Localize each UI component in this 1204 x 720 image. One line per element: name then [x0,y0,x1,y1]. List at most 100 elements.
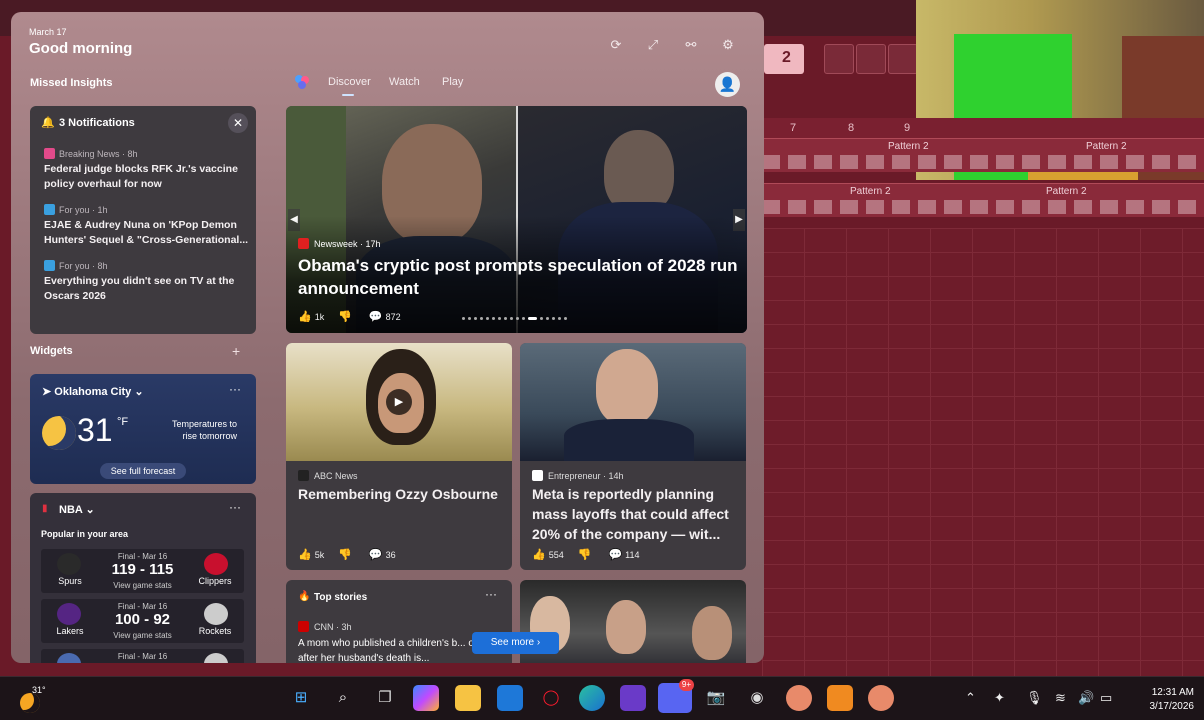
outlook-icon[interactable] [497,685,523,711]
weather-note[interactable]: Temperatures to rise tomorrow [167,418,237,442]
camera-icon[interactable]: 📷 [703,685,729,711]
tool-button[interactable] [824,44,854,74]
comments-button[interactable]: 💬 114 [608,548,639,561]
comment-count: 872 [385,312,401,322]
comments-button[interactable]: 💬 872 [369,310,401,323]
dislike-button[interactable]: 👎 [338,310,355,323]
weather-city[interactable]: ➤ Oklahoma City ⌄ [42,385,144,398]
article-title[interactable]: Remembering Ozzy Osbourne [298,484,504,504]
discord-icon[interactable]: 9+ [658,679,694,713]
taskbar-temp: 31° [32,685,46,695]
tool-button[interactable] [856,44,886,74]
thumbs-up-icon: 👍 [532,549,546,561]
game-stats-link[interactable]: View game stats [91,631,194,640]
entrepreneur-logo-icon [532,470,543,481]
notification-text: Federal judge blocks RFK Jr.'s vaccine p… [44,163,238,190]
clippers-logo-icon [204,553,228,575]
comments-button[interactable]: 💬 36 [369,548,396,561]
volume-icon[interactable]: 🔊 [1078,690,1094,706]
city-label: Oklahoma City [54,386,132,398]
dropbox-icon[interactable]: ✦ [994,690,1005,706]
pattern-label: Pattern 2 [888,141,929,152]
like-count: 554 [548,550,564,560]
chevron-up-icon[interactable]: ⌃ [965,690,976,706]
article-image [520,343,746,461]
weather-widget[interactable]: ➤ Oklahoma City ⌄ ··· 31 °F Temperatures… [30,374,256,484]
tab-play[interactable]: Play [442,76,463,88]
nba-label: NBA [59,504,83,516]
game-stats-link[interactable]: View game stats [91,581,194,590]
comment-icon: 💬 [368,549,383,561]
expand-icon[interactable]: ⤢ [644,36,662,54]
game-score: 119 - 115 [111,561,174,578]
reactions-bar: 👍 554 👎 💬 114 [532,548,640,561]
pattern-label: Pattern 2 [850,186,891,197]
search-icon[interactable]: ⌕ [330,685,356,711]
tool-button[interactable] [888,44,918,74]
link-icon[interactable]: ⚯ [682,36,700,54]
app-icon[interactable] [786,685,812,711]
pattern-label: Pattern 2 [1086,141,1127,152]
start-icon[interactable]: ⊞ [288,685,314,711]
wifi-icon[interactable]: ≋ [1055,690,1066,706]
game-row[interactable]: Spurs Final - Mar 16 119 - 115 View game… [41,549,244,593]
more-options-icon[interactable]: ··· [229,500,241,514]
fl-studio-icon[interactable] [827,685,853,711]
comment-count: 36 [385,550,396,560]
widgets-title: Widgets [30,345,73,357]
add-widget-icon[interactable]: + [232,343,240,359]
pattern-track[interactable]: Pattern 2 Pattern 2 [762,138,1204,172]
see-forecast-button[interactable]: See full forecast [100,463,186,479]
temperature-unit: °F [117,416,129,428]
settings-icon[interactable]: ⚙ [719,36,737,54]
article-card[interactable]: Entrepreneur · 14h Meta is reportedly pl… [520,343,746,570]
source-label: ABC News [314,470,358,481]
pattern-number[interactable]: 2 [764,44,804,74]
game-row[interactable]: Final - Mar 16 [41,649,244,663]
battery-icon[interactable]: ▭ [1100,690,1112,706]
comment-icon: 💬 [368,311,383,323]
like-count: 5k [314,550,325,560]
like-button[interactable]: 👍 5k [298,548,324,561]
see-more-button[interactable]: See more › [472,632,559,654]
clock[interactable]: 12:31 AM 3/17/2026 [1132,686,1195,714]
like-button[interactable]: 👍 554 [532,548,564,561]
edge-icon[interactable] [579,685,605,711]
tab-discover[interactable]: Discover [328,76,371,88]
file-explorer-icon[interactable] [455,685,481,711]
clipchamp-icon[interactable] [620,685,646,711]
opera-icon[interactable]: ◯ [538,685,564,711]
microphone-icon[interactable]: 🎙 [1026,690,1043,706]
more-options-icon[interactable]: ··· [485,587,497,601]
tab-watch[interactable]: Watch [389,76,420,88]
nba-title[interactable]: NBA ⌄ [59,503,95,516]
carousel-dots[interactable] [462,317,567,320]
task-view-icon[interactable]: ❐ [372,685,398,711]
profile-avatar[interactable]: 👤 [715,72,740,97]
tab-underline [342,94,354,96]
more-options-icon[interactable]: ··· [229,382,241,396]
obs-icon[interactable]: ◉ [744,685,770,711]
game-row[interactable]: Lakers Final - Mar 16 100 - 92 View game… [41,599,244,643]
play-icon[interactable]: ▶ [386,389,412,415]
dislike-button[interactable]: 👎 [578,548,595,561]
home-team: Lakers [56,626,84,636]
hero-title[interactable]: Obama's cryptic post prompts speculation… [298,254,738,300]
notification-item[interactable]: For you · 1h EJAE & Audrey Nuna on 'KPop… [44,204,250,248]
dislike-button[interactable]: 👎 [338,548,355,561]
app-icon[interactable] [868,685,894,711]
notification-source: Breaking News · 8h [59,148,138,159]
notification-item[interactable]: Breaking News · 8h Federal judge blocks … [44,148,250,192]
hero-article[interactable]: ◀ ▶ Newsweek · 17h Obama's cryptic post … [286,106,747,333]
team-logo-icon [204,653,228,663]
like-button[interactable]: 👍 1k [298,310,324,323]
article-title[interactable]: Meta is reportedly planning mass layoffs… [532,484,738,544]
pattern-track[interactable]: Pattern 2 Pattern 2 [762,183,1204,217]
daw-tool-strip: 2 [762,40,918,76]
article-card[interactable]: ▶ ABC News Remembering Ozzy Osbourne 👍 5k… [286,343,512,570]
refresh-icon[interactable]: ⟳ [607,36,625,54]
notification-item[interactable]: For you · 8h Everything you didn't see o… [44,260,250,304]
close-icon[interactable]: ✕ [228,113,248,133]
playlist-grid[interactable] [762,228,1204,676]
copilot-icon[interactable] [413,685,439,711]
